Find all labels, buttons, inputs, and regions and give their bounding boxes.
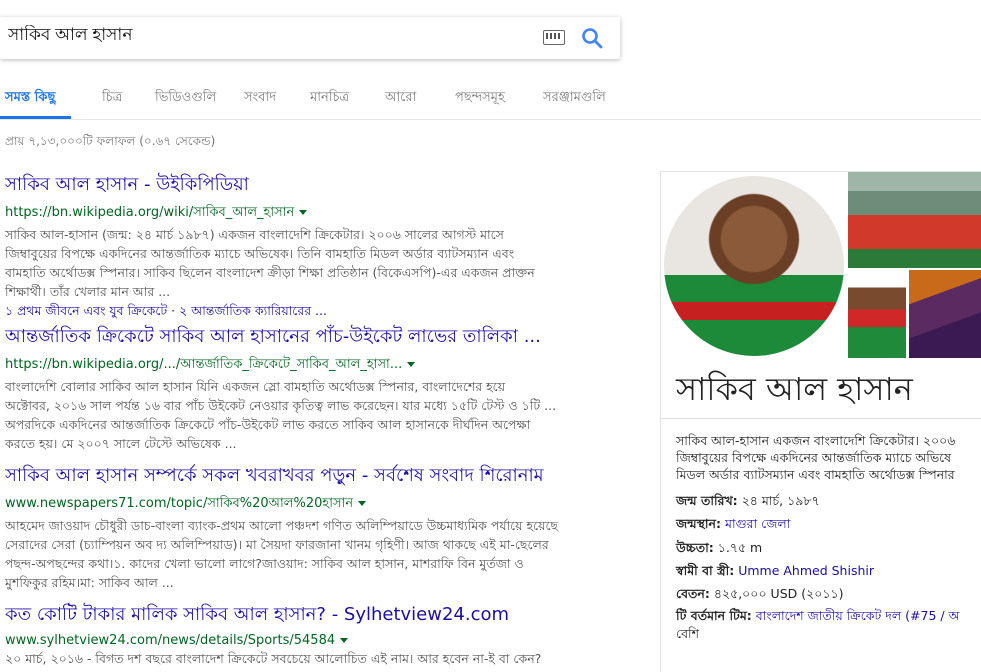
url-dropdown-icon[interactable] [407,362,416,367]
search-result: সাকিব আল হাসান সম্পর্কে সকল খবরাখবর পড়ু… [5,461,620,592]
result-title-link[interactable]: কত কোটি টাকার মালিক সাকিব আল হাসান? - Sy… [5,600,620,631]
search-result: আন্তর্জাতিক ক্রিকেটে সাকিব আল হাসানের পা… [5,322,620,453]
search-result: কত কোটি টাকার মালিক সাকিব আল হাসান? - Sy… [5,600,620,668]
search-icon[interactable] [580,26,604,50]
tab-tools[interactable]: সরঞ্জামগুলি [543,88,606,109]
tab-settings[interactable]: পছন্দসমূহ [455,88,505,109]
result-title-link[interactable]: সাকিব আল হাসান - উইকিপিডিয়া [5,170,620,201]
fact-salary: বেতন: ৪২৫,০০০ USD (২০১১) [676,586,844,601]
url-dropdown-icon[interactable] [340,638,349,643]
result-sublinks[interactable]: ১ প্রথম জীবনে এবং যুব ক্রিকেটে · ২ আন্তর… [5,301,620,320]
divider [661,418,981,419]
tab-maps[interactable]: মানচিত্র [310,88,349,109]
knowledge-panel-title: সাকিব আল হাসান [676,370,913,408]
gallery-photo[interactable] [848,172,981,268]
knowledge-panel-description: সাকিব আল-হাসান একজন বাংলাদেশি ক্রিকেটার।… [676,433,956,482]
fact-birthplace: জন্মস্থান: মাগুরা জেলা [676,516,791,531]
keyboard-icon[interactable] [543,30,565,45]
result-snippet: ২০ মার্চ, ২০১৬ - বিগত দশ বছরে বাংলাদেশ ক… [5,651,542,666]
fact-current-team: টি বর্তমান টিম: বাংলাদেশ জাতীয় ক্রিকেট … [676,608,960,623]
more-link[interactable]: বেশি [676,626,699,646]
search-input[interactable] [6,25,530,47]
fact-birth-date: জন্ম তারিখ: ২৪ মার্চ, ১৯৮৭ [676,493,820,508]
url-dropdown-icon[interactable] [358,501,367,506]
result-title-link[interactable]: সাকিব আল হাসান সম্পর্কে সকল খবরাখবর পড়ু… [5,461,620,492]
search-bar [0,17,620,59]
result-snippet: সাকিব আল-হাসান (জন্ম: ২৪ মার্চ ১৯৮৭) একজ… [5,227,535,299]
tab-news[interactable]: সংবাদ [244,88,276,109]
result-snippet: বাংলাদেশি বোলার সাকিব আল হাসান যিনি একজন… [5,379,557,451]
result-title-link[interactable]: আন্তর্জাতিক ক্রিকেটে সাকিব আল হাসানের পা… [5,322,620,353]
tab-videos[interactable]: ভিডিওগুলি [155,88,216,109]
fact-spouse: স্বামী বা স্ত্রী: Umme Ahmed Shishir [676,563,874,578]
tabs-divider [0,119,981,120]
tab-all[interactable]: সমস্ত কিছু [5,88,55,109]
result-stats: প্রায় ৭,১৩,০০০টি ফলাফল (০.৬৭ সেকেন্ড) [5,134,216,148]
result-url[interactable]: https://bn.wikipedia.org/wiki/সাকিব_আল_হ… [5,203,620,224]
tab-more[interactable]: আরো [385,88,416,109]
tab-images[interactable]: চিত্র [102,88,122,109]
url-dropdown-icon[interactable] [299,210,308,215]
fact-height: উচ্চতা: ১.৭৫ m [676,540,763,555]
search-tabs: সমস্ত কিছু চিত্র ভিডিওগুলি সংবাদ মানচিত্… [0,88,981,118]
result-url[interactable]: https://bn.wikipedia.org/.../আন্তর্জাতিক… [5,355,620,376]
gallery-photo[interactable] [909,270,981,358]
profile-photo[interactable] [664,176,844,356]
gallery-photo[interactable] [848,270,906,358]
result-url[interactable]: www.sylhetview24.com/news/details/Sports… [5,633,620,648]
search-result: সাকিব আল হাসান - উইকিপিডিয়া https://bn.… [5,170,620,320]
result-url[interactable]: www.newspapers71.com/topic/সাকিব%20আল%20… [5,494,620,515]
result-snippet: আহমেদ জাওয়াদ চৌধুরী ডাচ-বাংলা ব্যাংক-প্… [5,518,559,590]
